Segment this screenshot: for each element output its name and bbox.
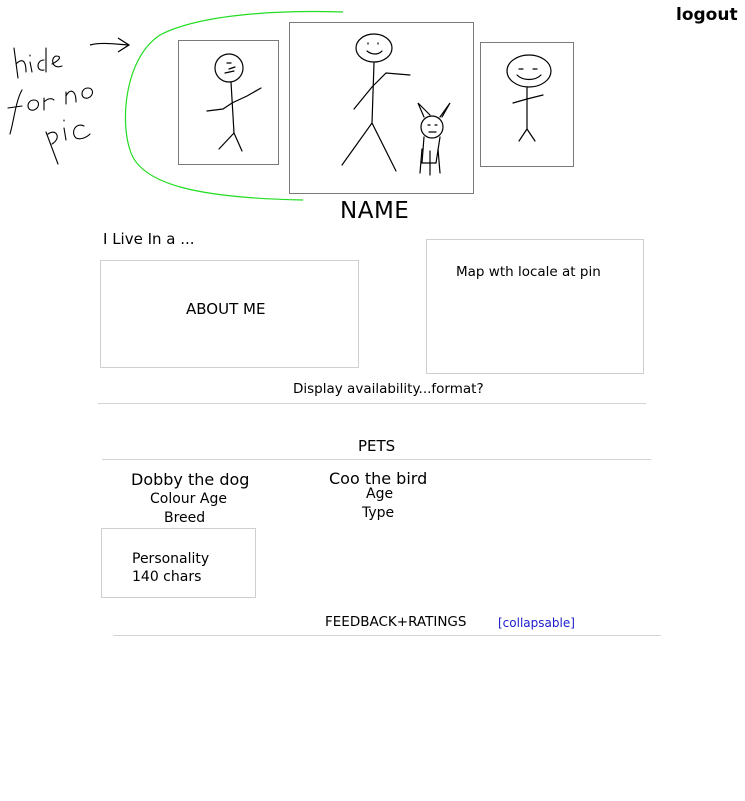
- photo-left[interactable]: [178, 40, 279, 165]
- logout-link[interactable]: logout: [676, 5, 738, 25]
- divider: [98, 403, 646, 404]
- pets-heading: PETS: [358, 437, 396, 455]
- pet-name[interactable]: Dobby the dog: [131, 470, 249, 489]
- pet-details: Colour Age: [150, 491, 227, 507]
- pet-details: Age: [366, 486, 394, 502]
- annotation-arrow-icon: [89, 37, 131, 53]
- feedback-heading: FEEDBACK+RATINGS: [325, 614, 467, 630]
- availability-text: Display availability...format?: [293, 381, 484, 397]
- pet-details: Breed: [164, 510, 206, 526]
- pet-details: Type: [362, 505, 395, 521]
- personality-char-limit: 140 chars: [132, 569, 202, 585]
- divider: [102, 459, 651, 460]
- location-map-label: Map wth locale at pin: [456, 264, 601, 280]
- photo-main[interactable]: [289, 22, 474, 194]
- handwritten-note: [7, 47, 94, 165]
- stick-figure-icon: [206, 53, 262, 152]
- photo-right[interactable]: [480, 42, 574, 167]
- location-map[interactable]: [426, 239, 644, 374]
- about-me-label: ABOUT ME: [186, 300, 266, 318]
- smiling-figure-icon: [506, 54, 552, 142]
- collapse-toggle[interactable]: [collapsable]: [498, 616, 575, 630]
- personality-label: Personality: [132, 551, 210, 567]
- divider: [113, 635, 661, 636]
- person-with-pet-icon: [341, 33, 451, 176]
- profile-name: NAME: [340, 198, 410, 224]
- live-in-text: I Live In a ...: [103, 230, 195, 248]
